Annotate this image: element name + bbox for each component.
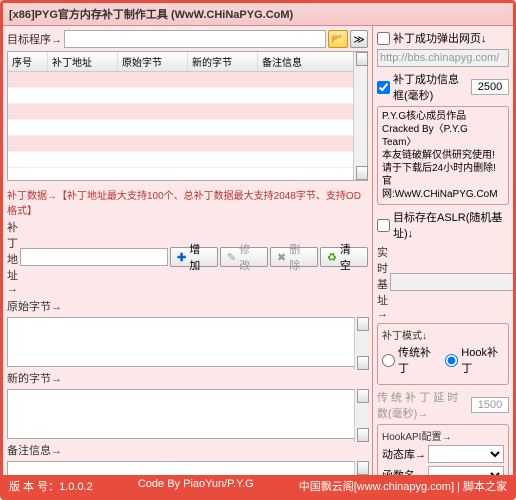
dynlib-label: 动态库→	[382, 446, 426, 462]
table-row	[8, 120, 367, 136]
col-note: 备注信息	[258, 52, 367, 71]
new-label: 新的字节→	[7, 370, 62, 386]
col-index: 序号	[8, 52, 48, 71]
addr-label: 补丁地址→	[7, 219, 18, 295]
chevron-icon: ≫	[353, 33, 365, 46]
table-row	[8, 104, 367, 120]
target-label: 目标程序→	[7, 31, 62, 47]
url-input[interactable]	[377, 49, 509, 67]
rtbase-input	[390, 273, 513, 291]
success-ms-input[interactable]	[471, 79, 509, 95]
more-button[interactable]: ≫	[350, 30, 368, 48]
table-row	[8, 136, 367, 152]
func-label: 函数名→	[382, 467, 426, 475]
table-row	[8, 88, 367, 104]
orig-label: 原始字节→	[7, 298, 62, 314]
note-label: 备注信息→	[7, 442, 62, 458]
table-row	[8, 72, 367, 88]
success-msg-checkbox[interactable]	[377, 81, 390, 94]
table-scrollbar[interactable]	[353, 52, 367, 180]
clear-button[interactable]: ♻清空	[320, 247, 368, 267]
addr-input[interactable]	[20, 248, 168, 266]
trad-delay-input	[471, 397, 509, 413]
rtbase-label: 实时 基 址→	[377, 244, 388, 320]
aslr-checkbox[interactable]	[377, 219, 390, 232]
browse-button[interactable]: 📂	[328, 30, 348, 48]
trad-delay-label: 传 统 补 丁 延 时 数(毫秒)→	[377, 389, 469, 421]
hook-cfg-label: HookAPI配置→	[382, 428, 504, 443]
col-orig: 原始字节	[118, 52, 188, 71]
jb-link[interactable]: 脚本之家	[463, 481, 507, 493]
success-popup-label: 补丁成功弹出网页↓	[393, 30, 487, 46]
scrollbar[interactable]	[354, 317, 368, 370]
radio-traditional[interactable]	[382, 354, 395, 367]
scrollbar[interactable]	[354, 389, 368, 442]
patch-table[interactable]: 序号 补丁地址 原始字节 新的字节 备注信息	[7, 51, 368, 181]
delete-button[interactable]: ✖删除	[270, 247, 318, 267]
success-popup-checkbox[interactable]	[377, 32, 390, 45]
target-input[interactable]	[64, 30, 326, 48]
col-addr: 补丁地址	[48, 52, 118, 71]
add-button[interactable]: ✚增加	[170, 247, 218, 267]
patch-data-label: 补丁数据→【补丁地址最大支持100个、总补丁数据最大支持2048字节、支持OD格…	[7, 187, 368, 217]
note-textarea[interactable]	[7, 461, 368, 475]
aslr-label: 目标存在ASLR(随机基址)↓	[393, 209, 509, 241]
credits-box: P.Y.G核心成员作品 Cracked By〈P.Y.G Team〉 本友链破解…	[377, 106, 509, 205]
table-row	[8, 152, 367, 168]
folder-icon: 📂	[331, 33, 345, 46]
plus-icon: ✚	[177, 251, 186, 264]
col-new: 新的字节	[188, 52, 258, 71]
scrollbar[interactable]	[354, 461, 368, 475]
dynlib-select[interactable]	[428, 445, 504, 463]
footer: 版 本 号：1.0.0.2 Code By PiaoYun/P.Y.G 中国飘云…	[3, 475, 513, 497]
window-title: [x86]PYG官方内存补丁制作工具 (WwW.CHiNaPYG.CoM)	[3, 3, 513, 26]
orig-textarea[interactable]	[7, 317, 368, 367]
pencil-icon: ✎	[227, 251, 236, 264]
edit-button[interactable]: ✎修改	[220, 247, 268, 267]
new-textarea[interactable]	[7, 389, 368, 439]
func-select[interactable]	[428, 466, 504, 475]
recycle-icon: ♻	[327, 251, 337, 264]
patch-mode-label: 补丁模式↓	[382, 327, 504, 342]
x-icon: ✖	[277, 251, 286, 264]
success-msg-label: 补丁成功信息框(毫秒)	[393, 71, 468, 103]
radio-hook[interactable]	[445, 354, 458, 367]
